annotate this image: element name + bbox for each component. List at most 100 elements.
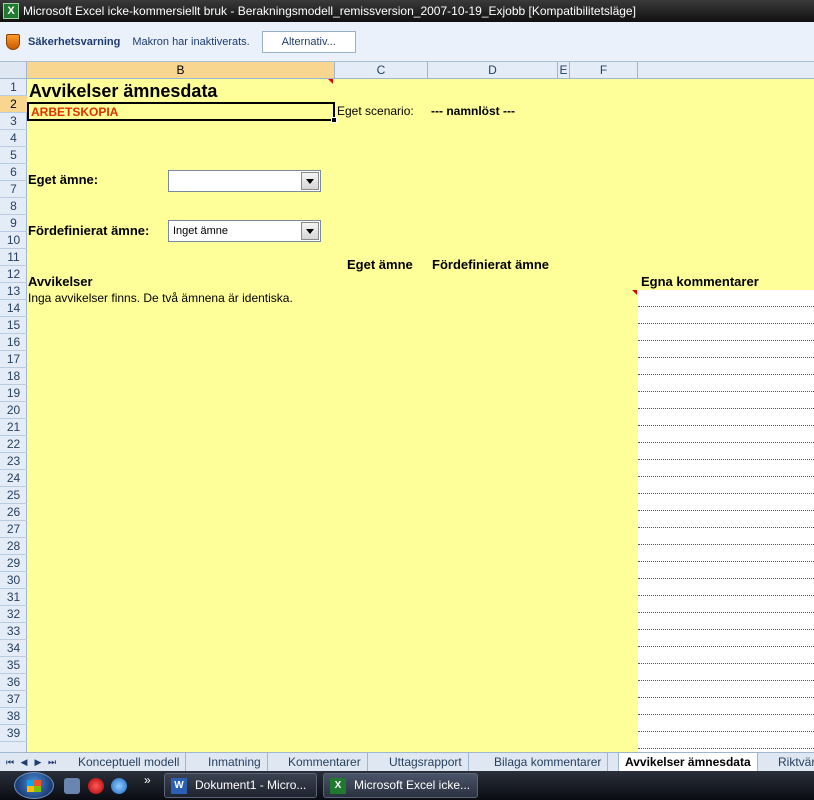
row-header-16[interactable]: 16	[0, 334, 27, 351]
tab-konceptuell-modell[interactable]: Konceptuell modell	[72, 753, 187, 771]
previous-sheet-icon[interactable]: ◀	[18, 755, 30, 769]
window-title: Microsoft Excel icke-kommersiellt bruk -…	[23, 4, 636, 18]
predefined-subject-dropdown[interactable]: Inget ämne	[168, 220, 321, 242]
chevron-down-icon[interactable]	[301, 172, 319, 190]
comment-line	[638, 340, 814, 341]
show-desktop-icon[interactable]	[64, 778, 80, 794]
options-button[interactable]: Alternativ...	[261, 30, 356, 53]
row-header-27[interactable]: 27	[0, 521, 27, 538]
row-header-22[interactable]: 22	[0, 436, 27, 453]
comment-line	[638, 357, 814, 358]
internet-explorer-icon[interactable]	[111, 778, 127, 794]
row-header-14[interactable]: 14	[0, 300, 27, 317]
active-cell-b2[interactable]: ARBETSKOPIA	[27, 102, 337, 123]
sheet-tab-bar: ⏮ ◀ ▶ ⏭ Konceptuell modell Inmatning Kom…	[0, 752, 814, 771]
row-header-13[interactable]: 13	[0, 283, 27, 300]
tab-bilaga-kommentarer[interactable]: Bilaga kommentarer	[488, 753, 609, 771]
row-header-32[interactable]: 32	[0, 606, 27, 623]
scenario-value: --- namnlöst ---	[431, 104, 515, 118]
last-sheet-icon[interactable]: ⏭	[46, 755, 58, 769]
comment-line	[638, 544, 814, 545]
tab-inmatning[interactable]: Inmatning	[202, 753, 268, 771]
own-subject-dropdown[interactable]	[168, 170, 321, 192]
row-header-38[interactable]: 38	[0, 708, 27, 725]
row-header-15[interactable]: 15	[0, 317, 27, 334]
row-header-1[interactable]: 1	[0, 79, 27, 96]
comment-line	[638, 595, 814, 596]
comment-line	[638, 408, 814, 409]
taskbar-button-word[interactable]: W Dokument1 - Micro...	[164, 773, 317, 798]
row-header-34[interactable]: 34	[0, 640, 27, 657]
row-header-18[interactable]: 18	[0, 368, 27, 385]
tab-avvikelser-amnesdata[interactable]: Avvikelser ämnesdata	[618, 753, 758, 771]
tab-kommentarer[interactable]: Kommentarer	[282, 753, 368, 771]
row-header-6[interactable]: 6	[0, 164, 27, 181]
row-header-31[interactable]: 31	[0, 589, 27, 606]
row-header-35[interactable]: 35	[0, 657, 27, 674]
row-header-12[interactable]: 12	[0, 266, 27, 283]
row-header-30[interactable]: 30	[0, 572, 27, 589]
comment-indicator[interactable]	[328, 79, 333, 84]
comments-label: Egna kommentarer	[641, 274, 759, 289]
row-header-39[interactable]: 39	[0, 725, 27, 742]
start-button[interactable]	[14, 772, 54, 799]
row-header-26[interactable]: 26	[0, 504, 27, 521]
comment-line	[638, 748, 814, 749]
row-header-21[interactable]: 21	[0, 419, 27, 436]
sheet-grid[interactable]: Avvikelser ämnesdata ARBETSKOPIA Eget sc…	[27, 79, 814, 752]
column-header-d[interactable]: D	[428, 62, 558, 78]
row-header-28[interactable]: 28	[0, 538, 27, 555]
chevron-down-icon[interactable]	[301, 222, 319, 240]
taskbar-button-excel[interactable]: X Microsoft Excel icke...	[323, 773, 478, 798]
comment-line	[638, 527, 814, 528]
column-header-f[interactable]: F	[570, 62, 638, 78]
comments-area[interactable]	[638, 290, 814, 752]
row-header-20[interactable]: 20	[0, 402, 27, 419]
row-header-4[interactable]: 4	[0, 130, 27, 147]
excel-icon[interactable]: X	[3, 3, 19, 19]
row-header-29[interactable]: 29	[0, 555, 27, 572]
row-header-11[interactable]: 11	[0, 249, 27, 266]
column-headers: B C D E F	[0, 62, 814, 79]
more-quicklaunch-icon[interactable]: »	[144, 773, 151, 787]
comment-line	[638, 629, 814, 630]
row-header-3[interactable]: 3	[0, 113, 27, 130]
next-sheet-icon[interactable]: ▶	[32, 755, 44, 769]
row-header-37[interactable]: 37	[0, 691, 27, 708]
word-icon: W	[171, 778, 187, 794]
row-header-10[interactable]: 10	[0, 232, 27, 249]
comment-line	[638, 306, 814, 307]
row-header-19[interactable]: 19	[0, 385, 27, 402]
row-header-9[interactable]: 9	[0, 215, 27, 232]
column-header-c[interactable]: C	[335, 62, 428, 78]
deviations-label: Avvikelser	[28, 274, 93, 289]
comment-line	[638, 459, 814, 460]
tab-uttagsrapport[interactable]: Uttagsrapport	[383, 753, 469, 771]
row-header-36[interactable]: 36	[0, 674, 27, 691]
select-all-corner[interactable]	[0, 62, 27, 78]
media-player-icon[interactable]	[88, 778, 104, 794]
security-warning-title: Säkerhetsvarning	[28, 35, 121, 48]
comment-line	[638, 612, 814, 613]
predefined-subject-value: Inget ämne	[173, 225, 229, 237]
comment-line	[638, 476, 814, 477]
row-header-33[interactable]: 33	[0, 623, 27, 640]
row-header-8[interactable]: 8	[0, 198, 27, 215]
row-header-25[interactable]: 25	[0, 487, 27, 504]
row-header-2[interactable]: 2	[0, 96, 27, 113]
comment-line	[638, 680, 814, 681]
row-header-17[interactable]: 17	[0, 351, 27, 368]
tab-riktvarden[interactable]: Riktvär	[772, 753, 814, 771]
windows-logo-icon	[27, 780, 41, 792]
column-header-e[interactable]: E	[558, 62, 570, 78]
first-sheet-icon[interactable]: ⏮	[4, 755, 16, 769]
row-header-24[interactable]: 24	[0, 470, 27, 487]
row-header-23[interactable]: 23	[0, 453, 27, 470]
column-label-own-subject: Eget ämne	[347, 257, 413, 272]
row-header-5[interactable]: 5	[0, 147, 27, 164]
column-header-b[interactable]: B	[27, 62, 335, 78]
comment-indicator[interactable]	[632, 290, 637, 295]
row-header-7[interactable]: 7	[0, 181, 27, 198]
comment-line	[638, 391, 814, 392]
taskbar: » W Dokument1 - Micro... X Microsoft Exc…	[0, 771, 814, 800]
